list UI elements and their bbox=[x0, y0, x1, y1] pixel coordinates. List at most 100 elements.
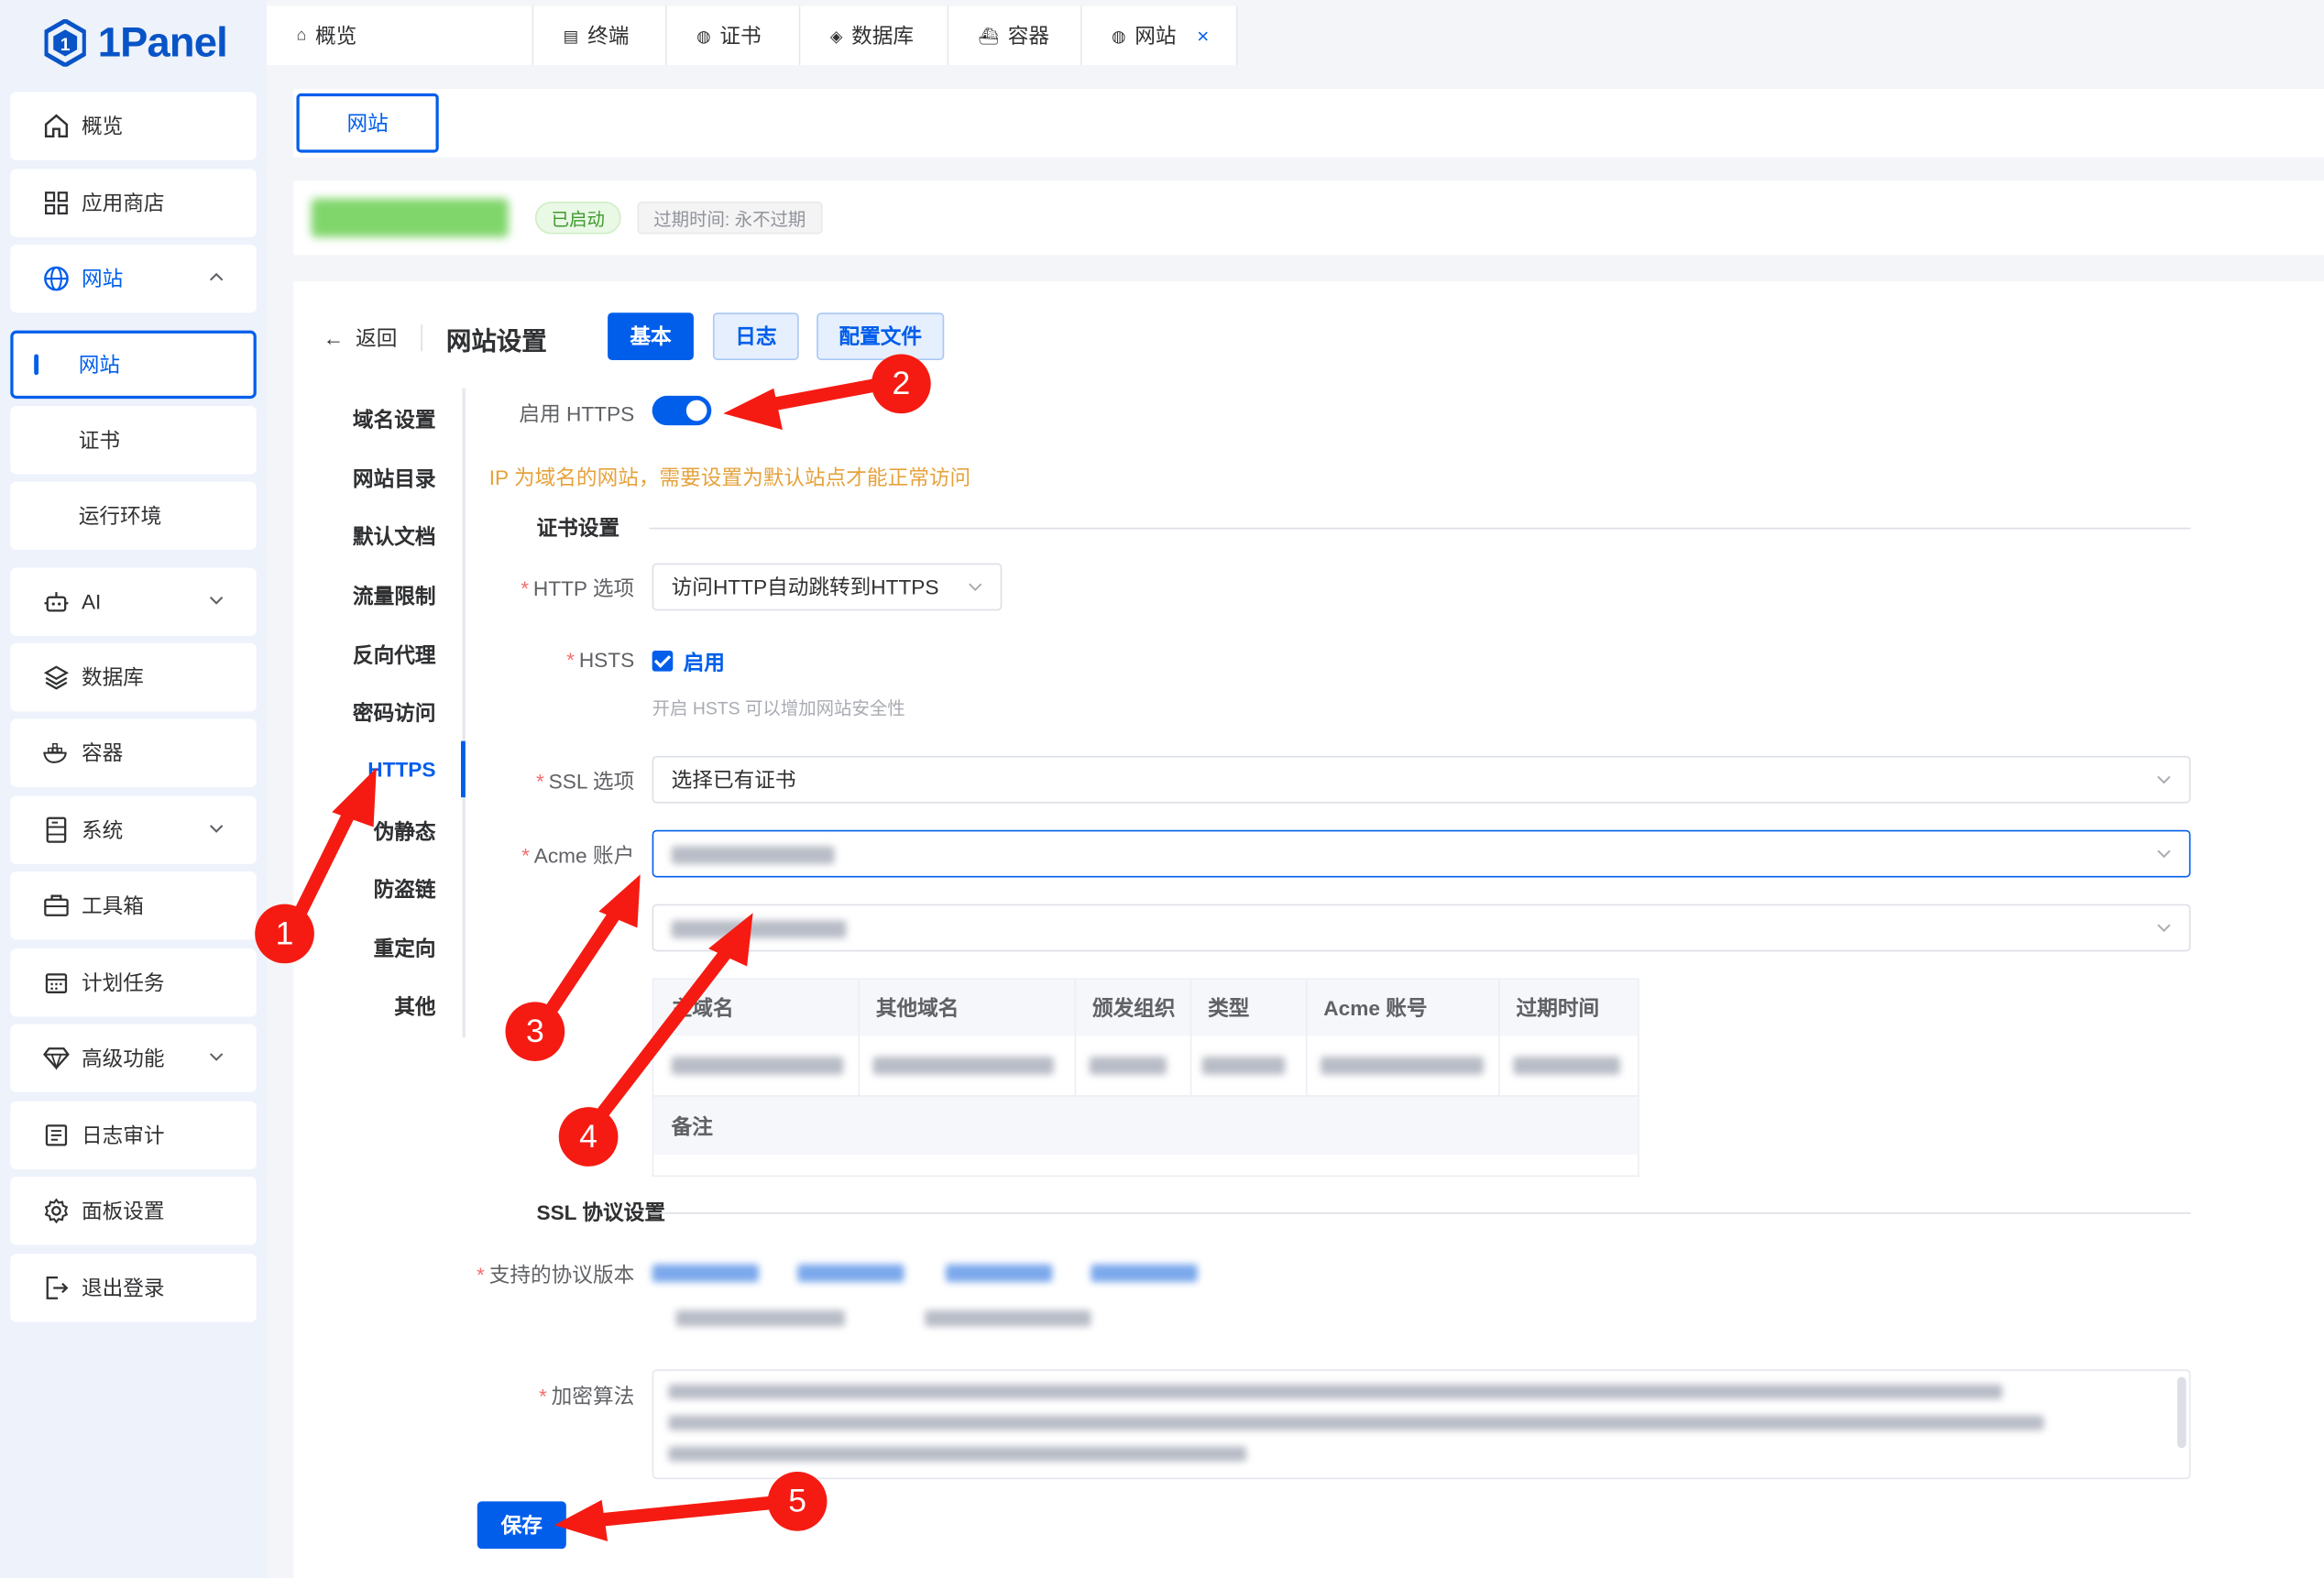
chevron-down-icon bbox=[2157, 775, 2171, 784]
sidebar-subitem-runtime[interactable]: 运行环境 bbox=[10, 481, 257, 551]
certificate-select[interactable] bbox=[652, 904, 2191, 952]
acme-account-select[interactable] bbox=[652, 829, 2191, 878]
chevron-down-icon bbox=[209, 1053, 224, 1061]
nav-default-doc[interactable]: 默认文档 bbox=[353, 521, 436, 551]
close-icon[interactable]: × bbox=[1197, 24, 1209, 48]
hsts-checkbox[interactable] bbox=[652, 651, 674, 672]
ssl-option-label: * SSL 选项 bbox=[536, 769, 635, 794]
sidebar-item-system[interactable]: 系统 bbox=[10, 795, 257, 864]
annotation-badge: 1 bbox=[255, 904, 314, 964]
page-title: 网站设置 bbox=[445, 326, 547, 356]
sidebar-item-appstore[interactable]: 应用商店 bbox=[10, 169, 257, 237]
config-file-button[interactable]: 配置文件 bbox=[817, 312, 945, 361]
save-button[interactable]: 保存 bbox=[477, 1501, 566, 1550]
nav-rewrite[interactable]: 伪静态 bbox=[374, 816, 436, 846]
col-header: 过期时间 bbox=[1498, 980, 1639, 1036]
sidebar-subitem-cert[interactable]: 证书 bbox=[10, 406, 257, 475]
divider bbox=[421, 324, 422, 352]
tab-overview[interactable]: ⌂ 概览 bbox=[267, 5, 534, 66]
chevron-down-icon bbox=[209, 825, 224, 833]
sidebar-item-logs[interactable]: 日志审计 bbox=[10, 1101, 257, 1170]
redacted-text bbox=[668, 1384, 2003, 1399]
tab-website[interactable]: ◍ 网站 × bbox=[1081, 5, 1238, 66]
protocol-checkbox[interactable] bbox=[797, 1264, 904, 1283]
robot-icon bbox=[43, 588, 70, 615]
server-icon bbox=[43, 816, 70, 843]
nav-hotlink[interactable]: 防盗链 bbox=[374, 874, 436, 904]
sidebar-item-cron[interactable]: 计划任务 bbox=[10, 948, 257, 1017]
col-header: 其他域名 bbox=[858, 980, 1075, 1036]
sidebar-item-label: 日志审计 bbox=[81, 1123, 165, 1147]
expire-badge: 过期时间: 永不过期 bbox=[637, 201, 823, 235]
nav-https[interactable]: HTTPS bbox=[367, 757, 435, 781]
back-button[interactable]: ← 返回 bbox=[323, 323, 398, 353]
sidebar-item-label: 退出登录 bbox=[81, 1276, 165, 1300]
nav-redirect[interactable]: 重定向 bbox=[374, 934, 436, 963]
ssl-option-select[interactable]: 选择已有证书 bbox=[652, 755, 2191, 804]
sidebar-item-container[interactable]: 容器 bbox=[10, 718, 257, 787]
protocol-checkbox[interactable] bbox=[1091, 1264, 1198, 1283]
tab-container[interactable]: ⛴ 容器 bbox=[948, 5, 1082, 66]
logo-icon: 1 bbox=[44, 17, 86, 68]
logout-icon bbox=[43, 1275, 70, 1301]
hsts-label: * HSTS bbox=[566, 647, 635, 672]
sidebar-item-label: 网站 bbox=[81, 267, 124, 291]
redacted-value bbox=[671, 846, 835, 864]
log-button[interactable]: 日志 bbox=[712, 312, 799, 361]
toolbox-icon bbox=[43, 893, 70, 919]
col-header: 类型 bbox=[1189, 980, 1306, 1036]
protocol-version-label: * 支持的协议版本 bbox=[477, 1262, 635, 1287]
nav-rate-limit[interactable]: 流量限制 bbox=[353, 581, 436, 610]
nav-domain[interactable]: 域名设置 bbox=[353, 405, 436, 434]
active-indicator bbox=[34, 354, 39, 376]
tab-cert[interactable]: ◍ 证书 bbox=[666, 5, 801, 66]
svg-text:1: 1 bbox=[60, 35, 71, 55]
protocol-checkbox[interactable] bbox=[945, 1264, 1053, 1283]
ssl-protocol-section-divider: SSL 协议设置 bbox=[477, 1197, 2191, 1228]
layers-icon bbox=[43, 664, 70, 691]
nav-password[interactable]: 密码访问 bbox=[353, 698, 436, 728]
tab-database[interactable]: ◈ 数据库 bbox=[800, 5, 949, 66]
globe-icon: ◍ bbox=[696, 27, 711, 46]
logo-text: 1Panel bbox=[97, 19, 228, 66]
https-toggle[interactable] bbox=[652, 395, 712, 426]
chevron-down-icon bbox=[969, 583, 982, 592]
sidebar-item-advanced[interactable]: 高级功能 bbox=[10, 1024, 257, 1092]
hsts-checkbox-label[interactable]: 启用 bbox=[684, 648, 725, 677]
sidebar-item-toolbox[interactable]: 工具箱 bbox=[10, 871, 257, 940]
sidebar-item-label: 证书 bbox=[78, 428, 121, 453]
nav-other[interactable]: 其他 bbox=[394, 992, 435, 1021]
tab-label: 容器 bbox=[1007, 23, 1050, 48]
sidebar-item-logout[interactable]: 退出登录 bbox=[10, 1254, 257, 1322]
tab-label: 数据库 bbox=[851, 23, 915, 48]
sidebar-item-label: 数据库 bbox=[81, 665, 144, 690]
cipher-textarea[interactable] bbox=[652, 1369, 2191, 1480]
sidebar-item-label: 计划任务 bbox=[81, 970, 165, 995]
sidebar-item-settings[interactable]: 面板设置 bbox=[10, 1177, 257, 1245]
basic-button[interactable]: 基本 bbox=[608, 312, 694, 361]
cert-detail-table: 主域名 其他域名 颁发组织 类型 Acme 账号 过期时间 备注 bbox=[652, 978, 1639, 1178]
nav-site-dir[interactable]: 网站目录 bbox=[353, 464, 436, 493]
scrollbar[interactable] bbox=[2176, 1376, 2187, 1449]
redacted-cell bbox=[671, 1057, 844, 1075]
chevron-up-icon bbox=[209, 272, 224, 281]
chevron-down-icon bbox=[2157, 849, 2171, 859]
sidebar-item-database[interactable]: 数据库 bbox=[10, 642, 257, 712]
website-crumb-button[interactable]: 网站 bbox=[296, 93, 439, 153]
sidebar-item-label: 面板设置 bbox=[81, 1199, 165, 1223]
redacted-domain bbox=[311, 198, 509, 237]
nav-reverse-proxy[interactable]: 反向代理 bbox=[353, 641, 436, 670]
sidebar-subitem-website[interactable]: 网站 bbox=[10, 330, 257, 400]
hsts-hint: 开启 HSTS 可以增加网站安全性 bbox=[652, 697, 905, 719]
sidebar: 1 1Panel 概览 应用商店 网站 网站 证书 运行环境 AI 数据库 容器… bbox=[0, 0, 268, 1578]
tab-terminal[interactable]: ▤ 终端 bbox=[533, 5, 667, 66]
redacted-cell bbox=[1089, 1057, 1167, 1075]
protocol-checkbox[interactable] bbox=[652, 1264, 760, 1283]
sidebar-item-ai[interactable]: AI bbox=[10, 567, 257, 636]
sidebar-item-label: 高级功能 bbox=[81, 1046, 165, 1070]
redacted-text bbox=[668, 1446, 1247, 1462]
sidebar-item-website[interactable]: 网站 bbox=[10, 244, 257, 313]
main-panel: ← 返回 网站设置 基本 日志 配置文件 域名设置 网站目录 默认文档 流量限制 … bbox=[293, 281, 2324, 1578]
sidebar-item-overview[interactable]: 概览 bbox=[10, 92, 257, 160]
http-option-select[interactable]: 访问HTTP自动跳转到HTTPS bbox=[652, 563, 1003, 611]
